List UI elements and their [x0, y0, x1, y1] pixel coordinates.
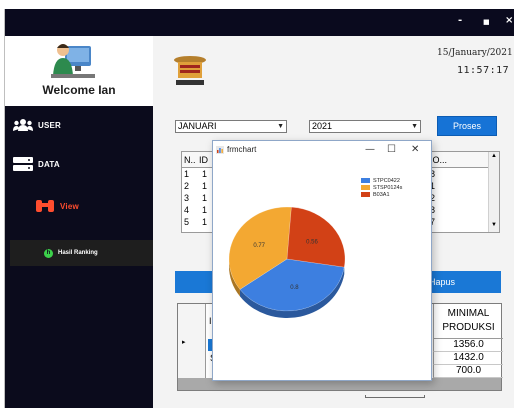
chart-legend: STPC0422 STSP0124s B03A1: [361, 177, 402, 198]
process-button[interactable]: Proses: [437, 116, 497, 136]
title-bar: - ■ ×: [5, 9, 514, 36]
legend-item: B03A1: [361, 191, 402, 198]
cell-n: 2: [184, 181, 190, 191]
cell-id: 1: [202, 193, 208, 203]
nav-hasil-ranking-label: Hasil Ranking: [58, 250, 98, 256]
cell-n: 1: [184, 169, 190, 179]
horizontal-scrollbar[interactable]: [365, 395, 425, 398]
minimal-produksi-header: MINIMAL PRODUKSI: [433, 304, 503, 339]
company-logo: [174, 56, 206, 85]
hasil-ranking-icon: h: [44, 248, 53, 258]
delete-button[interactable]: Hapus: [425, 271, 501, 293]
pie-value-label: 0.56: [306, 239, 318, 245]
month-select[interactable]: JANUARI ▼: [175, 120, 287, 133]
legend-label: STPC0422: [373, 177, 400, 184]
legend-item: STPC0422: [361, 177, 402, 184]
pie-value-label: 0.77: [253, 243, 265, 249]
current-date: 15/January/2021: [437, 48, 513, 58]
year-select[interactable]: 2021 ▼: [309, 120, 421, 133]
nav-user-label: USER: [38, 120, 62, 130]
month-select-value: JANUARI: [178, 121, 217, 131]
legend-label: STSP0124s: [373, 184, 403, 191]
legend-label: B03A1: [373, 191, 390, 198]
app-window: - ■ × Welcome Ian USER DATA View h Hasil…: [4, 9, 514, 408]
nav-data-label: DATA: [38, 159, 60, 169]
row-header-column: ▸: [178, 304, 206, 378]
cell-n: 3: [184, 193, 190, 203]
profile-panel: Welcome Ian: [5, 36, 153, 106]
nav-data[interactable]: DATA: [13, 156, 60, 172]
legend-item: STSP0124s: [361, 184, 402, 191]
scroll-down-icon[interactable]: ▼: [491, 222, 497, 228]
chart-popup-window[interactable]: frmchart — ☐ ✕ 0.8 0.77 0.56 STPC0422 STSP…: [212, 140, 432, 381]
pie-value-label: 0.8: [290, 285, 299, 291]
action-bar-left[interactable]: [175, 271, 215, 293]
table-cell[interactable]: 700.0: [433, 365, 503, 378]
chevron-down-icon: ▼: [277, 123, 284, 130]
popup-title: frmchart: [227, 145, 257, 154]
year-select-value: 2021: [312, 121, 333, 131]
nav-view-label: View: [60, 201, 79, 211]
welcome-text: Welcome Ian: [42, 83, 116, 97]
nav-hasil-ranking[interactable]: h Hasil Ranking: [10, 240, 153, 266]
cell-n: 4: [184, 205, 190, 215]
popup-title-bar: frmchart: [213, 141, 431, 159]
scroll-up-icon[interactable]: ▲: [491, 153, 497, 159]
users-icon: [13, 119, 33, 131]
binoculars-icon: [36, 200, 54, 212]
popup-close-button[interactable]: ✕: [411, 141, 419, 159]
user-avatar-icon: [51, 44, 95, 78]
nav-view[interactable]: View: [35, 198, 79, 214]
cell-id: 1: [202, 169, 208, 179]
current-time: 11:57:17: [457, 65, 510, 76]
header-line-1: MINIMAL: [447, 308, 490, 319]
cell-id: 1: [202, 205, 208, 215]
pie-slice: [286, 206, 346, 268]
popup-maximize-button[interactable]: ☐: [387, 141, 396, 159]
current-row-marker-icon: ▸: [182, 339, 186, 346]
chevron-down-icon: ▼: [411, 123, 418, 130]
col-id-header: ID: [199, 155, 208, 165]
nav-user[interactable]: USER: [13, 118, 61, 132]
cell-id: 1: [202, 181, 208, 191]
legend-swatch: [361, 192, 370, 197]
legend-swatch: [361, 185, 370, 190]
popup-minimize-button[interactable]: —: [365, 141, 375, 159]
cell-id: 1: [202, 217, 208, 227]
chart-app-icon: [216, 146, 224, 154]
close-button[interactable]: ×: [505, 16, 513, 26]
table-cell[interactable]: 1356.0: [433, 339, 503, 352]
legend-swatch: [361, 178, 370, 183]
maximize-button[interactable]: ■: [483, 17, 490, 27]
minimize-button[interactable]: -: [458, 16, 462, 26]
vertical-scrollbar[interactable]: ▲ ▼: [488, 152, 499, 232]
col-n-header: N..: [184, 155, 196, 165]
table-cell[interactable]: 1432.0: [433, 352, 503, 365]
sidebar: Welcome Ian USER DATA View h Hasil Ranki…: [5, 36, 153, 408]
header-line-2: PRODUKSI: [442, 322, 495, 333]
server-icon: [13, 157, 33, 171]
cell-n: 5: [184, 217, 190, 227]
